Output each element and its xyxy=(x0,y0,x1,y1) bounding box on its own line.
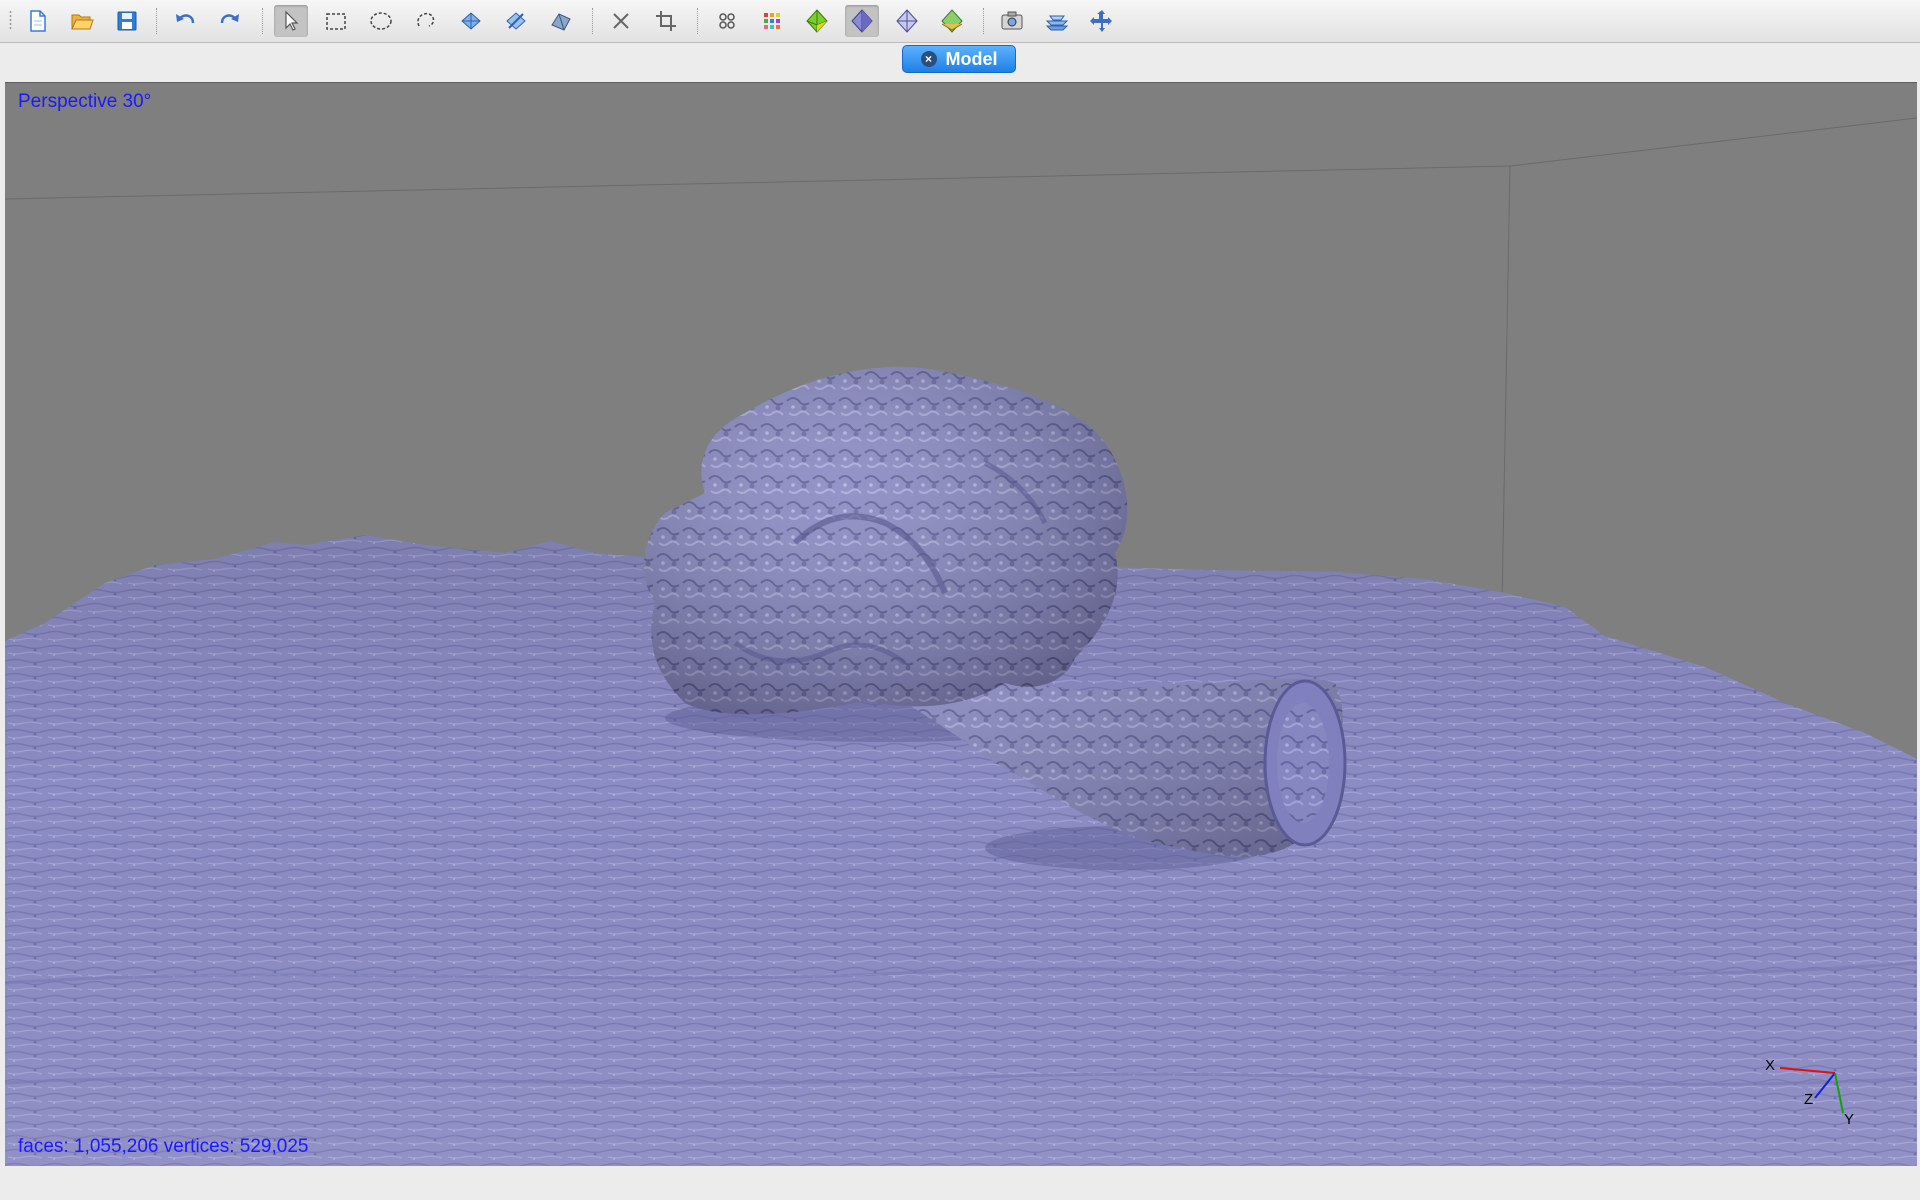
rectangle-select-button[interactable] xyxy=(319,5,353,37)
new-document-icon xyxy=(30,10,46,32)
axis-x-label: X xyxy=(1765,1057,1776,1074)
redo-button[interactable] xyxy=(213,5,247,37)
view-points-button[interactable] xyxy=(710,5,744,37)
view-shaded-texture-button[interactable] xyxy=(935,5,969,37)
save-file-button[interactable] xyxy=(110,5,144,37)
main-toolbar xyxy=(0,0,1920,43)
show-layers-button[interactable] xyxy=(1040,5,1074,37)
pointer-arrow-icon xyxy=(285,10,299,31)
tab-close-icon[interactable]: × xyxy=(920,51,937,67)
select-connected-button[interactable] xyxy=(454,5,488,37)
3d-viewport[interactable]: Perspective 30° faces: 1,055,206 vertice… xyxy=(5,82,1917,1166)
move-arrows-icon xyxy=(1090,10,1112,32)
tab-model-label: Model xyxy=(945,48,998,69)
dashed-rectangle-icon xyxy=(326,13,346,30)
view-solid-button[interactable] xyxy=(845,5,879,37)
mesh-stats-label: faces: 1,055,206 vertices: 529,025 xyxy=(18,1136,309,1157)
navigation-mode-button[interactable] xyxy=(1085,5,1119,37)
view-textured-button[interactable] xyxy=(800,5,834,37)
undo-button[interactable] xyxy=(168,5,202,37)
close-x-icon xyxy=(613,13,629,29)
crop-button[interactable] xyxy=(649,5,683,37)
colored-points-icon xyxy=(764,13,780,29)
view-wireframe-button[interactable] xyxy=(890,5,924,37)
axis-z-label: Z xyxy=(1804,1091,1814,1108)
undo-arrow-icon xyxy=(176,14,195,24)
camera-icon xyxy=(1001,11,1023,30)
redo-arrow-icon xyxy=(220,14,239,24)
toolbar-grip[interactable] xyxy=(9,10,12,30)
delete-button[interactable] xyxy=(604,5,638,37)
tab-model[interactable]: × Model xyxy=(902,45,1016,73)
brush-select-icon xyxy=(506,12,526,30)
shaded-diamond-icon xyxy=(941,9,963,33)
new-file-button[interactable] xyxy=(20,5,54,37)
lasso-icon xyxy=(417,12,435,27)
ellipse-select-button[interactable] xyxy=(364,5,398,37)
folder-open-icon xyxy=(71,14,94,30)
scene-render xyxy=(5,117,1917,1166)
dashed-ellipse-icon xyxy=(370,12,392,30)
crop-icon xyxy=(656,11,676,31)
mesh-shape-icon xyxy=(551,13,571,31)
axis-gizmo: X Z Y xyxy=(1760,1053,1855,1133)
view-colored-points-button[interactable] xyxy=(755,5,789,37)
capture-view-button[interactable] xyxy=(995,5,1029,37)
lasso-select-button[interactable] xyxy=(409,5,443,37)
select-by-angle-button[interactable] xyxy=(544,5,578,37)
paint-select-button[interactable] xyxy=(499,5,533,37)
stacked-layers-icon xyxy=(1045,15,1069,31)
floppy-disk-icon xyxy=(117,11,137,31)
mesh-select-icon xyxy=(461,12,481,30)
solid-diamond-icon xyxy=(851,9,873,33)
open-file-button[interactable] xyxy=(65,5,99,37)
select-pointer-button[interactable] xyxy=(274,5,308,37)
points-icon xyxy=(719,13,735,29)
green-diamond-icon xyxy=(806,9,828,33)
projection-label: Perspective 30° xyxy=(18,91,152,112)
axis-y-label: Y xyxy=(1844,1111,1855,1128)
wireframe-diamond-icon xyxy=(896,9,918,33)
